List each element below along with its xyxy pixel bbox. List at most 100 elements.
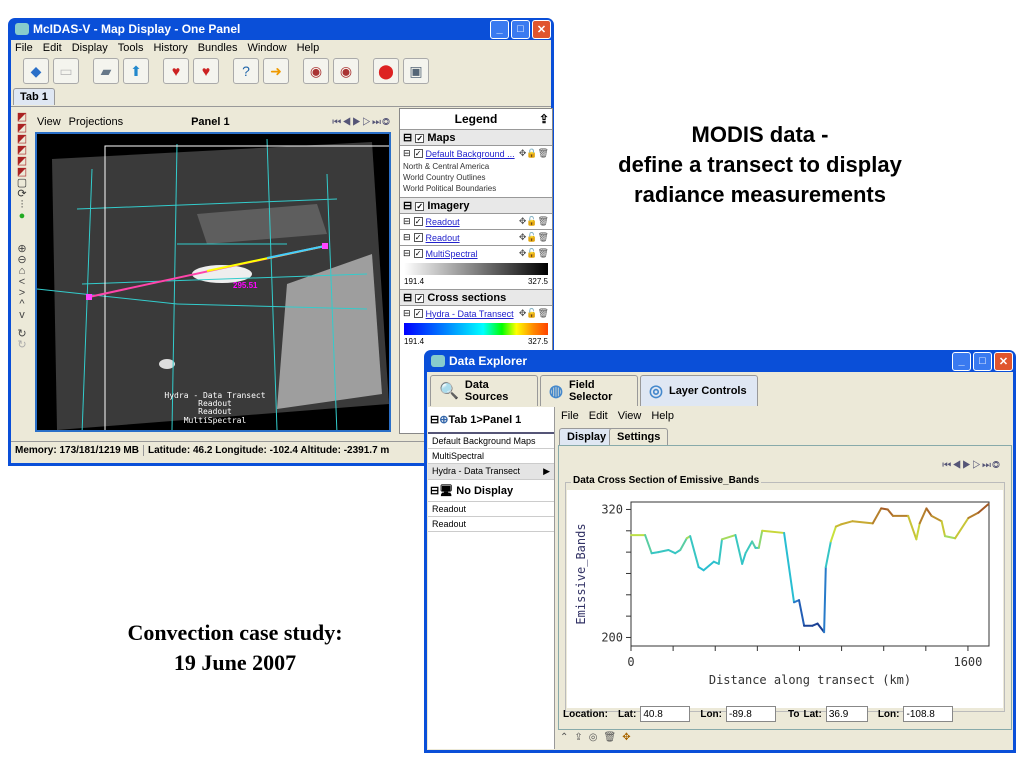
- help-icon[interactable]: ?: [233, 58, 259, 84]
- tree-item[interactable]: Readout: [428, 502, 554, 517]
- maximize-button[interactable]: □: [973, 351, 992, 371]
- legend-group-cross-sections[interactable]: ⊟ ✓ Cross sections: [400, 289, 552, 305]
- layer-link[interactable]: MultiSpectral: [426, 249, 478, 259]
- field-selector-icon[interactable]: ◉: [333, 58, 359, 84]
- animation-controls[interactable]: ⏮◀▶▷⏭◎: [942, 460, 1001, 471]
- menu-file[interactable]: File: [15, 42, 33, 54]
- end-lon-field[interactable]: [903, 706, 954, 722]
- data-line-segment: [907, 514, 918, 541]
- menu-edit[interactable]: Edit: [589, 410, 608, 422]
- menu-bundles[interactable]: Bundles: [198, 42, 238, 54]
- map-label: MultiSpectral: [184, 416, 247, 425]
- pan-down-icon[interactable]: v: [13, 310, 31, 321]
- tree-item-selected[interactable]: Hydra - Data Transect ▶: [428, 464, 554, 480]
- start-lon-field[interactable]: [726, 706, 776, 722]
- checkbox[interactable]: ✓: [415, 134, 425, 143]
- to-label: To: [788, 708, 800, 720]
- tab-layer-controls[interactable]: ◎ Layer Controls: [640, 375, 758, 406]
- layer-link[interactable]: Hydra - Data Transect: [426, 309, 514, 319]
- menu-edit[interactable]: Edit: [43, 42, 62, 54]
- menu-history[interactable]: History: [153, 42, 187, 54]
- tree-no-display-node[interactable]: ⊟🖥 No Display: [428, 480, 554, 502]
- close-button[interactable]: ✕: [532, 19, 551, 39]
- tab-display[interactable]: Display: [559, 428, 615, 445]
- data-line-segment: [741, 552, 747, 565]
- maximize-button[interactable]: □: [511, 19, 530, 39]
- layer-actions-icon[interactable]: ✥🔒🗑: [519, 148, 549, 159]
- tab-data-sources[interactable]: 🔍 Data Sources: [430, 375, 538, 406]
- data-line-segment: [720, 534, 737, 541]
- checkbox[interactable]: ✓: [413, 149, 423, 158]
- plot-frame: [630, 501, 990, 647]
- layer-actions-icon[interactable]: ✥🔓🗑: [519, 248, 549, 259]
- collapse-icon[interactable]: ⌃: [560, 732, 568, 743]
- checkbox[interactable]: ✓: [415, 202, 425, 211]
- globe-icon[interactable]: ◆: [23, 58, 49, 84]
- data-explorer-icon[interactable]: ◉: [303, 58, 329, 84]
- globe-nav-icon[interactable]: ●: [13, 211, 31, 222]
- menu-help[interactable]: Help: [651, 410, 674, 422]
- legend-layer: ⊟ ✓ Readout ✥🔓🗑: [400, 213, 552, 229]
- window-title: McIDAS-V - Map Display - One Panel: [33, 22, 241, 36]
- favorite-icon[interactable]: ♥: [163, 58, 189, 84]
- minimize-button[interactable]: _: [952, 351, 971, 371]
- sync-icon[interactable]: ↻: [13, 340, 31, 351]
- delete-icon[interactable]: 🗑: [604, 732, 617, 743]
- memory-status: Memory: 173/181/1219 MB: [11, 445, 144, 456]
- open-folder-icon[interactable]: ▰: [93, 58, 119, 84]
- tip-icon[interactable]: ➜: [263, 58, 289, 84]
- checkbox[interactable]: ✓: [413, 309, 423, 318]
- panel-header: View Projections Panel 1 ⏮◀▶▷⏭◎: [33, 112, 391, 132]
- capture-icon[interactable]: ▣: [403, 58, 429, 84]
- menu-projections[interactable]: Projections: [69, 116, 123, 128]
- cross-section-chart[interactable]: 0 1600 200 320 Distance along transect (km) E…: [567, 490, 1003, 708]
- menu-view[interactable]: View: [37, 116, 61, 128]
- tab-settings[interactable]: Settings: [609, 428, 669, 445]
- checkbox[interactable]: ✓: [413, 217, 423, 226]
- layer-link[interactable]: Default Background ...: [426, 149, 515, 159]
- map-item: North & Central America: [403, 162, 490, 171]
- data-line-segment: [644, 534, 653, 555]
- map-item: World Country Outlines: [403, 173, 486, 182]
- end-lat-field[interactable]: [825, 706, 868, 722]
- legend-layer: ⊟ ✓ Readout ✥🔓🗑: [400, 229, 552, 245]
- properties-icon[interactable]: ◎: [589, 732, 598, 743]
- new-window-icon[interactable]: ▭: [53, 58, 79, 84]
- map-canvas[interactable]: 295.51 Hydra - Data Transect Readout Rea…: [35, 132, 391, 432]
- minimize-button[interactable]: _: [490, 19, 509, 39]
- checkbox[interactable]: ✓: [413, 233, 423, 242]
- animation-controls[interactable]: ⏮◀▶▷⏭◎: [332, 117, 391, 128]
- menu-file[interactable]: File: [561, 410, 579, 422]
- menu-tools[interactable]: Tools: [118, 42, 144, 54]
- stop-icon[interactable]: ⬤: [373, 58, 399, 84]
- tab-1[interactable]: Tab 1: [13, 88, 55, 105]
- checkbox[interactable]: ✓: [413, 249, 423, 258]
- favorite-manage-icon[interactable]: ♥: [193, 58, 219, 84]
- tab-field-selector[interactable]: ◍ Field Selector: [540, 375, 638, 406]
- layer-actions-icon[interactable]: ✥🔓🗑: [519, 232, 549, 243]
- menu-help[interactable]: Help: [297, 42, 320, 54]
- tree-item[interactable]: Default Background Maps: [428, 434, 554, 449]
- layer-controls-icon: ◎: [649, 383, 663, 400]
- layer-actions-icon[interactable]: ✥🔓🗑: [519, 216, 549, 227]
- tree-item[interactable]: MultiSpectral: [428, 449, 554, 464]
- close-button[interactable]: ✕: [994, 351, 1013, 371]
- menu-window[interactable]: Window: [247, 42, 286, 54]
- save-bundle-icon[interactable]: ⬆: [123, 58, 149, 84]
- layer-link[interactable]: Readout: [426, 217, 460, 227]
- tree-panel-node[interactable]: ⊟⊕Tab 1>Panel 1: [428, 407, 554, 434]
- move-icon[interactable]: ✥: [622, 732, 630, 743]
- start-lat-field[interactable]: [640, 706, 691, 722]
- tree-item[interactable]: Readout: [428, 517, 554, 532]
- menu-view[interactable]: View: [618, 410, 642, 422]
- menu-display[interactable]: Display: [72, 42, 108, 54]
- layer-link[interactable]: Readout: [426, 233, 460, 243]
- checkbox[interactable]: ✓: [415, 294, 425, 303]
- legend-group-imagery[interactable]: ⊟ ✓ Imagery: [400, 197, 552, 213]
- lon-label: Lon:: [700, 708, 722, 720]
- legend-group-maps[interactable]: ⊟ ✓ Maps: [400, 129, 552, 145]
- float-legend-icon[interactable]: ⇪: [539, 112, 549, 126]
- float-icon[interactable]: ⇪: [574, 732, 582, 743]
- layer-actions-icon[interactable]: ✥🔓🗑: [519, 308, 549, 319]
- data-line-segment: [667, 549, 677, 555]
